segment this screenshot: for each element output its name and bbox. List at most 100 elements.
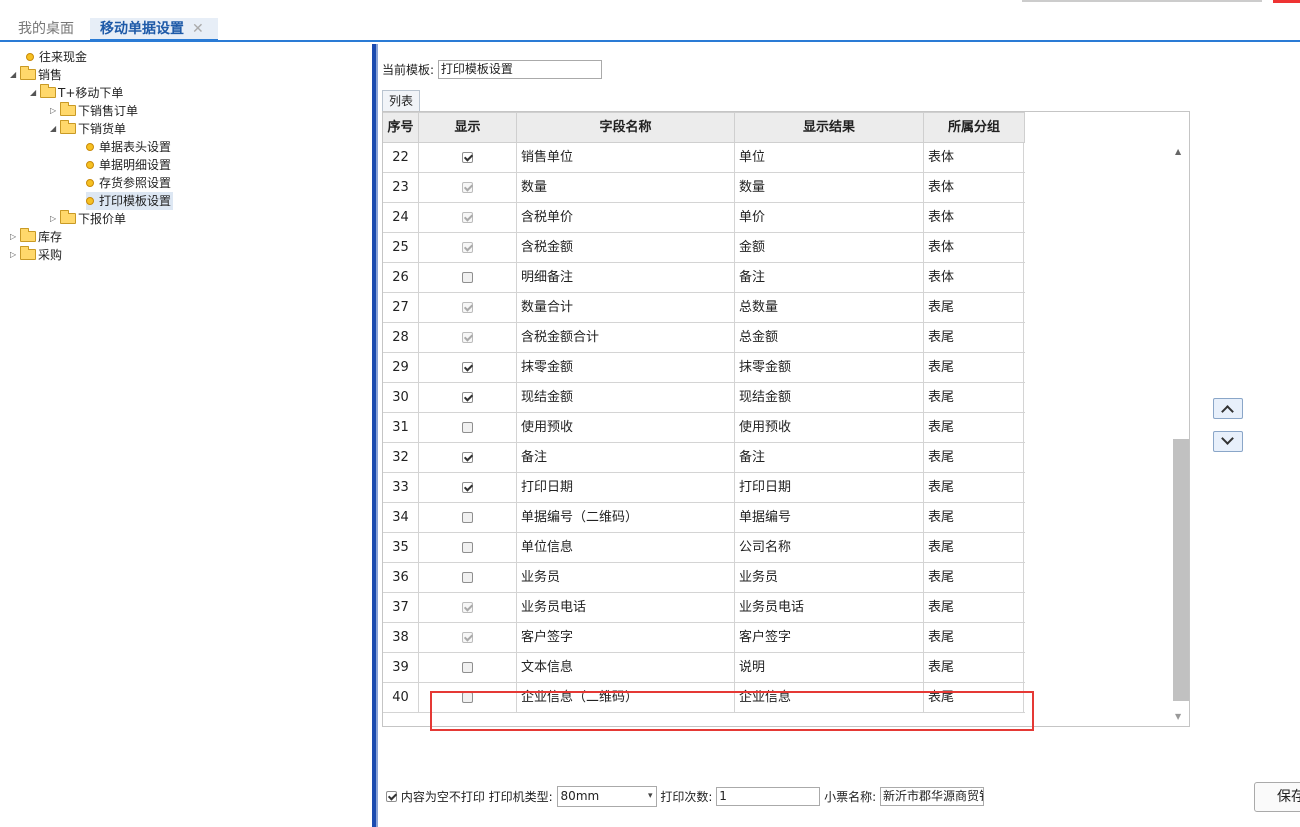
print-count-input[interactable]: 1 xyxy=(716,787,821,806)
tab-list[interactable]: 列表 xyxy=(382,90,420,111)
expanded-arrow-icon[interactable]: ◢ xyxy=(30,84,40,102)
empty-no-print-checkbox[interactable] xyxy=(386,791,397,802)
cell-result[interactable]: 金额 xyxy=(735,233,924,262)
tab-desktop[interactable]: 我的桌面 xyxy=(8,18,84,42)
table-row[interactable]: 33 打印日期 打印日期 表尾 xyxy=(383,473,1025,503)
show-checkbox[interactable] xyxy=(462,452,473,463)
show-checkbox[interactable] xyxy=(462,392,473,403)
cell-result[interactable]: 总金额 xyxy=(735,323,924,352)
table-row[interactable]: 22 销售单位 单位 表体 xyxy=(383,143,1025,173)
tree-item-purchase[interactable]: ▷ 采购 xyxy=(10,246,62,264)
table-row[interactable]: 34 单据编号（二维码） 单据编号 表尾 xyxy=(383,503,1025,533)
cell-result[interactable]: 公司名称 xyxy=(735,533,924,562)
cell-field: 客户签字 xyxy=(517,623,735,652)
table-row[interactable]: 31 使用预收 使用预收 表尾 xyxy=(383,413,1025,443)
tree-item-cash[interactable]: 往来现金 xyxy=(26,48,87,66)
cell-field: 使用预收 xyxy=(517,413,735,442)
show-checkbox[interactable] xyxy=(462,572,473,583)
table-row[interactable]: 23 数量 数量 表体 xyxy=(383,173,1025,203)
table-row[interactable]: 38 客户签字 客户签字 表尾 xyxy=(383,623,1025,653)
tree-item-label: 下销货单 xyxy=(78,122,127,136)
save-button[interactable]: 保存 xyxy=(1254,782,1300,812)
cell-result[interactable]: 打印日期 xyxy=(735,473,924,502)
scroll-up-icon[interactable]: ▲ xyxy=(1175,147,1181,156)
show-checkbox[interactable] xyxy=(462,272,473,283)
expanded-arrow-icon[interactable]: ◢ xyxy=(10,66,20,84)
tab-mobile-doc-settings[interactable]: 移动单据设置 ✕ xyxy=(90,18,218,42)
cell-result[interactable]: 备注 xyxy=(735,443,924,472)
cell-result[interactable]: 单据编号 xyxy=(735,503,924,532)
tree-item-t-mobile-order[interactable]: ◢ T+移动下单 xyxy=(30,84,123,102)
cell-result[interactable]: 数量 xyxy=(735,173,924,202)
header-show[interactable]: 显示 xyxy=(419,112,517,143)
table-row[interactable]: 30 现结金额 现结金额 表尾 xyxy=(383,383,1025,413)
close-icon[interactable]: ✕ xyxy=(192,21,204,37)
table-row[interactable]: 25 含税金额 金额 表体 xyxy=(383,233,1025,263)
cell-result[interactable]: 总数量 xyxy=(735,293,924,322)
receipt-name-input[interactable]: 新沂市郡华源商贸钅 xyxy=(879,787,984,806)
folder-icon xyxy=(20,246,36,260)
table-row[interactable]: 24 含税单价 单价 表体 xyxy=(383,203,1025,233)
table-row[interactable]: 29 抹零金额 抹零金额 表尾 xyxy=(383,353,1025,383)
cell-field: 明细备注 xyxy=(517,263,735,292)
tree-item-delivery-note[interactable]: ◢ 下销货单 xyxy=(50,120,126,138)
show-checkbox[interactable] xyxy=(462,482,473,493)
move-up-button[interactable] xyxy=(1213,398,1243,419)
cell-result[interactable]: 客户签字 xyxy=(735,623,924,652)
table-row[interactable]: 36 业务员 业务员 表尾 xyxy=(383,563,1025,593)
table-row[interactable]: 35 单位信息 公司名称 表尾 xyxy=(383,533,1025,563)
collapsed-arrow-icon[interactable]: ▷ xyxy=(10,228,20,246)
show-checkbox[interactable] xyxy=(462,422,473,433)
table-row[interactable]: 39 文本信息 说明 表尾 xyxy=(383,653,1025,683)
move-down-button[interactable] xyxy=(1213,431,1243,452)
cell-result[interactable]: 业务员电话 xyxy=(735,593,924,622)
tree-item-quotation[interactable]: ▷ 下报价单 xyxy=(50,210,126,228)
tree-item-print-template-settings[interactable]: 打印模板设置 xyxy=(86,192,174,210)
current-template-input[interactable]: 打印模板设置 xyxy=(437,60,602,79)
cell-result[interactable]: 单位 xyxy=(735,143,924,172)
expanded-arrow-icon[interactable]: ◢ xyxy=(50,120,60,138)
collapsed-arrow-icon[interactable]: ▷ xyxy=(50,210,60,228)
cell-no: 24 xyxy=(383,203,419,232)
cell-group: 表尾 xyxy=(924,353,1024,382)
tree-item-inventory-ref-settings[interactable]: 存货参照设置 xyxy=(86,174,171,192)
cell-result[interactable]: 使用预收 xyxy=(735,413,924,442)
scroll-down-icon[interactable]: ▼ xyxy=(1175,712,1181,721)
top-red-link[interactable] xyxy=(1273,0,1300,3)
show-checkbox[interactable] xyxy=(462,152,473,163)
cell-result[interactable]: 说明 xyxy=(735,653,924,682)
show-checkbox[interactable] xyxy=(462,662,473,673)
table-row[interactable]: 37 业务员电话 业务员电话 表尾 xyxy=(383,593,1025,623)
cell-result[interactable]: 业务员 xyxy=(735,563,924,592)
header-display-result[interactable]: 显示结果 xyxy=(735,112,924,143)
tab-mobile-doc-settings-label: 移动单据设置 xyxy=(100,21,184,37)
show-checkbox[interactable] xyxy=(462,512,473,523)
scroll-thumb[interactable] xyxy=(1173,439,1189,701)
table-row[interactable]: 27 数量合计 总数量 表尾 xyxy=(383,293,1025,323)
top-strip xyxy=(0,0,1300,10)
collapsed-arrow-icon[interactable]: ▷ xyxy=(50,102,60,120)
cell-result[interactable]: 现结金额 xyxy=(735,383,924,412)
collapsed-arrow-icon[interactable]: ▷ xyxy=(10,246,20,264)
cell-result[interactable]: 备注 xyxy=(735,263,924,292)
tree-item-inventory[interactable]: ▷ 库存 xyxy=(10,228,62,246)
show-checkbox[interactable] xyxy=(462,542,473,553)
leaf-dot-icon xyxy=(86,179,94,187)
tree-item-header-settings[interactable]: 单据表头设置 xyxy=(86,138,171,156)
tree-item-detail-settings[interactable]: 单据明细设置 xyxy=(86,156,171,174)
printer-type-select[interactable]: 80mm ▾ xyxy=(556,786,657,807)
cell-result[interactable]: 单价 xyxy=(735,203,924,232)
table-row[interactable]: 26 明细备注 备注 表体 xyxy=(383,263,1025,293)
show-checkbox[interactable] xyxy=(462,362,473,373)
header-field-name[interactable]: 字段名称 xyxy=(517,112,735,143)
table-row[interactable]: 32 备注 备注 表尾 xyxy=(383,443,1025,473)
tree-item-sales-order[interactable]: ▷ 下销售订单 xyxy=(50,102,138,120)
table-row[interactable]: 28 含税金额合计 总金额 表尾 xyxy=(383,323,1025,353)
header-group[interactable]: 所属分组 xyxy=(924,112,1025,143)
grid-scrollbar[interactable]: ▲ ▼ xyxy=(1171,143,1189,723)
header-no[interactable]: 序号 xyxy=(383,112,419,143)
tree-item-sales[interactable]: ◢ 销售 xyxy=(10,66,62,84)
cell-field: 业务员电话 xyxy=(517,593,735,622)
cell-no: 26 xyxy=(383,263,419,292)
cell-result[interactable]: 抹零金额 xyxy=(735,353,924,382)
